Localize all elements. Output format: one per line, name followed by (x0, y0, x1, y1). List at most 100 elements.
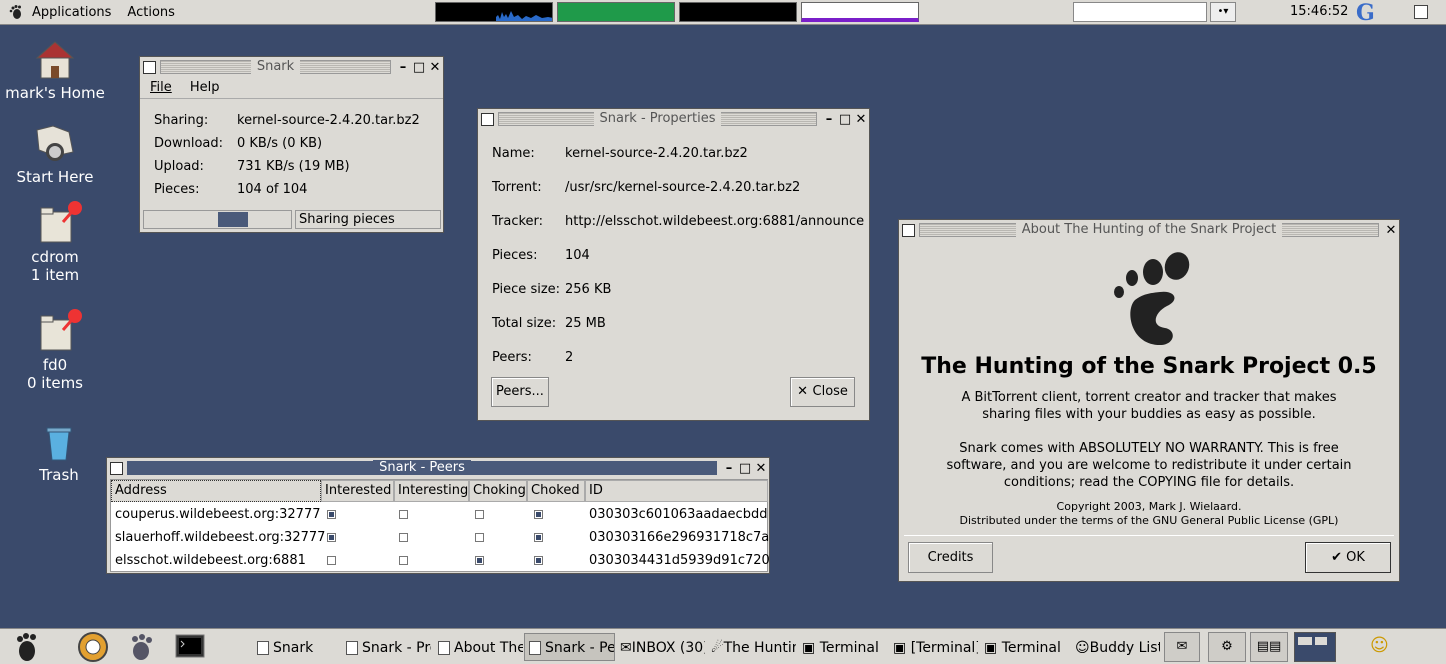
window-icon (529, 641, 541, 655)
tray-display-icon[interactable]: ▤▤ (1250, 632, 1288, 662)
peers-window: Snark - Peers – □ ✕ Address Interested I… (106, 457, 770, 574)
cpu-monitor[interactable] (435, 2, 553, 22)
interested-checkbox[interactable] (327, 533, 336, 542)
menu-file[interactable]: File (150, 80, 172, 95)
task-about[interactable]: About The H (433, 633, 524, 661)
column-header-choked[interactable]: Choked (527, 480, 585, 502)
interested-checkbox[interactable] (327, 510, 336, 519)
interesting-checkbox[interactable] (399, 533, 408, 542)
clock[interactable]: 15:46:52 (1290, 4, 1348, 19)
task-buddy-list[interactable]: ☺Buddy List (1070, 633, 1161, 661)
about-warranty-line: conditions; read the COPYING file for de… (1003, 475, 1295, 490)
terminal-launcher-icon[interactable] (174, 631, 206, 663)
task-label: Snark - Pee (545, 640, 615, 656)
close-icon[interactable]: ✕ (853, 112, 869, 127)
upload-label: Upload: (154, 159, 204, 174)
gaim-tray-icon[interactable]: ☺ (1370, 635, 1389, 656)
show-desktop-button[interactable] (1414, 5, 1428, 19)
maximize-icon[interactable]: □ (411, 60, 427, 75)
panel-dropdown[interactable]: •▾ (1210, 2, 1236, 22)
actions-menu[interactable]: Actions (119, 5, 183, 20)
task-label: Terminal (1001, 640, 1061, 656)
column-header-interested[interactable]: Interested (321, 480, 394, 502)
choking-checkbox[interactable] (475, 510, 484, 519)
task-inbox[interactable]: ✉INBOX (30) (615, 633, 706, 661)
load-monitor[interactable] (801, 2, 919, 22)
table-row[interactable]: elsschot.wildebeest.org:6881 0303034431d… (111, 550, 770, 572)
choked-checkbox[interactable] (534, 510, 543, 519)
choked-checkbox[interactable] (534, 556, 543, 565)
ok-button-label: OK (1346, 550, 1365, 565)
column-header-interesting[interactable]: Interesting (394, 480, 469, 502)
gnome-foot-icon[interactable] (8, 4, 24, 20)
window-menu-icon[interactable] (902, 223, 915, 237)
interesting-checkbox[interactable] (399, 510, 408, 519)
maximize-icon[interactable]: □ (837, 112, 853, 127)
task-snark-peers[interactable]: Snark - Pee (524, 633, 615, 661)
fd0-desktop-icon[interactable]: fd0 0 items (0, 308, 110, 392)
choking-checkbox[interactable] (475, 556, 484, 565)
panel-command-input[interactable] (1073, 2, 1207, 22)
home-desktop-icon[interactable]: mark's Home (0, 38, 110, 102)
menu-help[interactable]: Help (190, 80, 220, 95)
workspace-switcher[interactable] (1294, 632, 1336, 662)
ok-button[interactable]: ✔ OK (1305, 542, 1391, 573)
minimize-icon[interactable]: – (721, 461, 737, 476)
choked-checkbox[interactable] (534, 533, 543, 542)
close-button-label: Close (812, 384, 848, 399)
task-terminal-2[interactable]: ▣ [Terminal] (888, 633, 979, 661)
peers-button[interactable]: Peers... (491, 377, 549, 407)
table-row[interactable]: slauerhoff.wildebeest.org:32777 03030316… (111, 527, 770, 549)
credits-button[interactable]: Credits (908, 542, 993, 573)
buddy-icon: ☺ (1075, 640, 1090, 656)
peer-id: 030303166e296931718c7a (589, 530, 770, 545)
task-snark[interactable]: Snark (252, 633, 340, 661)
window-titlebar[interactable]: Snark - Properties – □ ✕ (478, 109, 869, 129)
sawfish-launcher-icon[interactable] (77, 631, 109, 663)
table-row[interactable]: couperus.wildebeest.org:32777 030303c601… (111, 504, 767, 526)
google-search-icon[interactable]: G (1356, 0, 1375, 26)
gnome-help-launcher-icon[interactable] (125, 631, 157, 663)
minimize-icon[interactable]: – (821, 112, 837, 127)
choking-checkbox[interactable] (475, 533, 484, 542)
peer-address: elsschot.wildebeest.org:6881 (115, 553, 306, 568)
trash-desktop-icon[interactable]: Trash (4, 420, 114, 484)
mail-icon: ✉ (620, 640, 632, 656)
gnome-menu-icon[interactable] (10, 631, 42, 663)
task-terminal-1[interactable]: ▣ Terminal (797, 633, 888, 661)
cdrom-desktop-icon[interactable]: cdrom 1 item (0, 200, 110, 284)
task-label: Buddy List (1089, 640, 1161, 656)
task-snark-properties[interactable]: Snark - Pro (341, 633, 432, 661)
maximize-icon[interactable]: □ (737, 461, 753, 476)
tray-mail-icon[interactable]: ✉ (1164, 632, 1200, 662)
piece-size-label: Piece size: (492, 282, 561, 297)
window-menu-icon[interactable] (481, 112, 494, 126)
column-header-choking[interactable]: Choking (469, 480, 527, 502)
tray-network-icon[interactable]: ⚙ (1208, 632, 1246, 662)
close-icon[interactable]: ✕ (753, 461, 769, 476)
interested-checkbox[interactable] (327, 556, 336, 565)
close-button[interactable]: ✕ Close (790, 377, 855, 407)
applications-menu[interactable]: Applications (24, 5, 119, 20)
close-icon[interactable]: ✕ (1383, 223, 1399, 238)
task-terminal-3[interactable]: ▣ Terminal (979, 633, 1070, 661)
column-header-id[interactable]: ID (585, 480, 768, 502)
minimize-icon[interactable]: – (395, 60, 411, 75)
interesting-checkbox[interactable] (399, 556, 408, 565)
drive-folder-icon (40, 309, 82, 351)
start-here-desktop-icon[interactable]: Start Here (0, 122, 110, 186)
close-icon[interactable]: ✕ (427, 60, 443, 75)
name-value: kernel-source-2.4.20.tar.bz2 (565, 146, 748, 161)
network-monitor[interactable] (679, 2, 797, 22)
window-titlebar[interactable]: Snark – □ ✕ (140, 57, 443, 77)
memory-monitor[interactable] (557, 2, 675, 22)
column-header-address[interactable]: Address (111, 480, 321, 502)
window-menu-icon[interactable] (143, 60, 156, 74)
separator (904, 535, 1394, 536)
license: Distributed under the terms of the GNU G… (959, 514, 1339, 527)
window-titlebar[interactable]: About The Hunting of the Snark Project ✕ (899, 220, 1399, 240)
task-hunting[interactable]: ☄The Huntin (706, 633, 797, 661)
window-titlebar[interactable]: Snark - Peers – □ ✕ (107, 458, 769, 478)
window-menu-icon[interactable] (110, 461, 123, 475)
about-warranty-line: Snark comes with ABSOLUTELY NO WARRANTY.… (959, 441, 1339, 456)
